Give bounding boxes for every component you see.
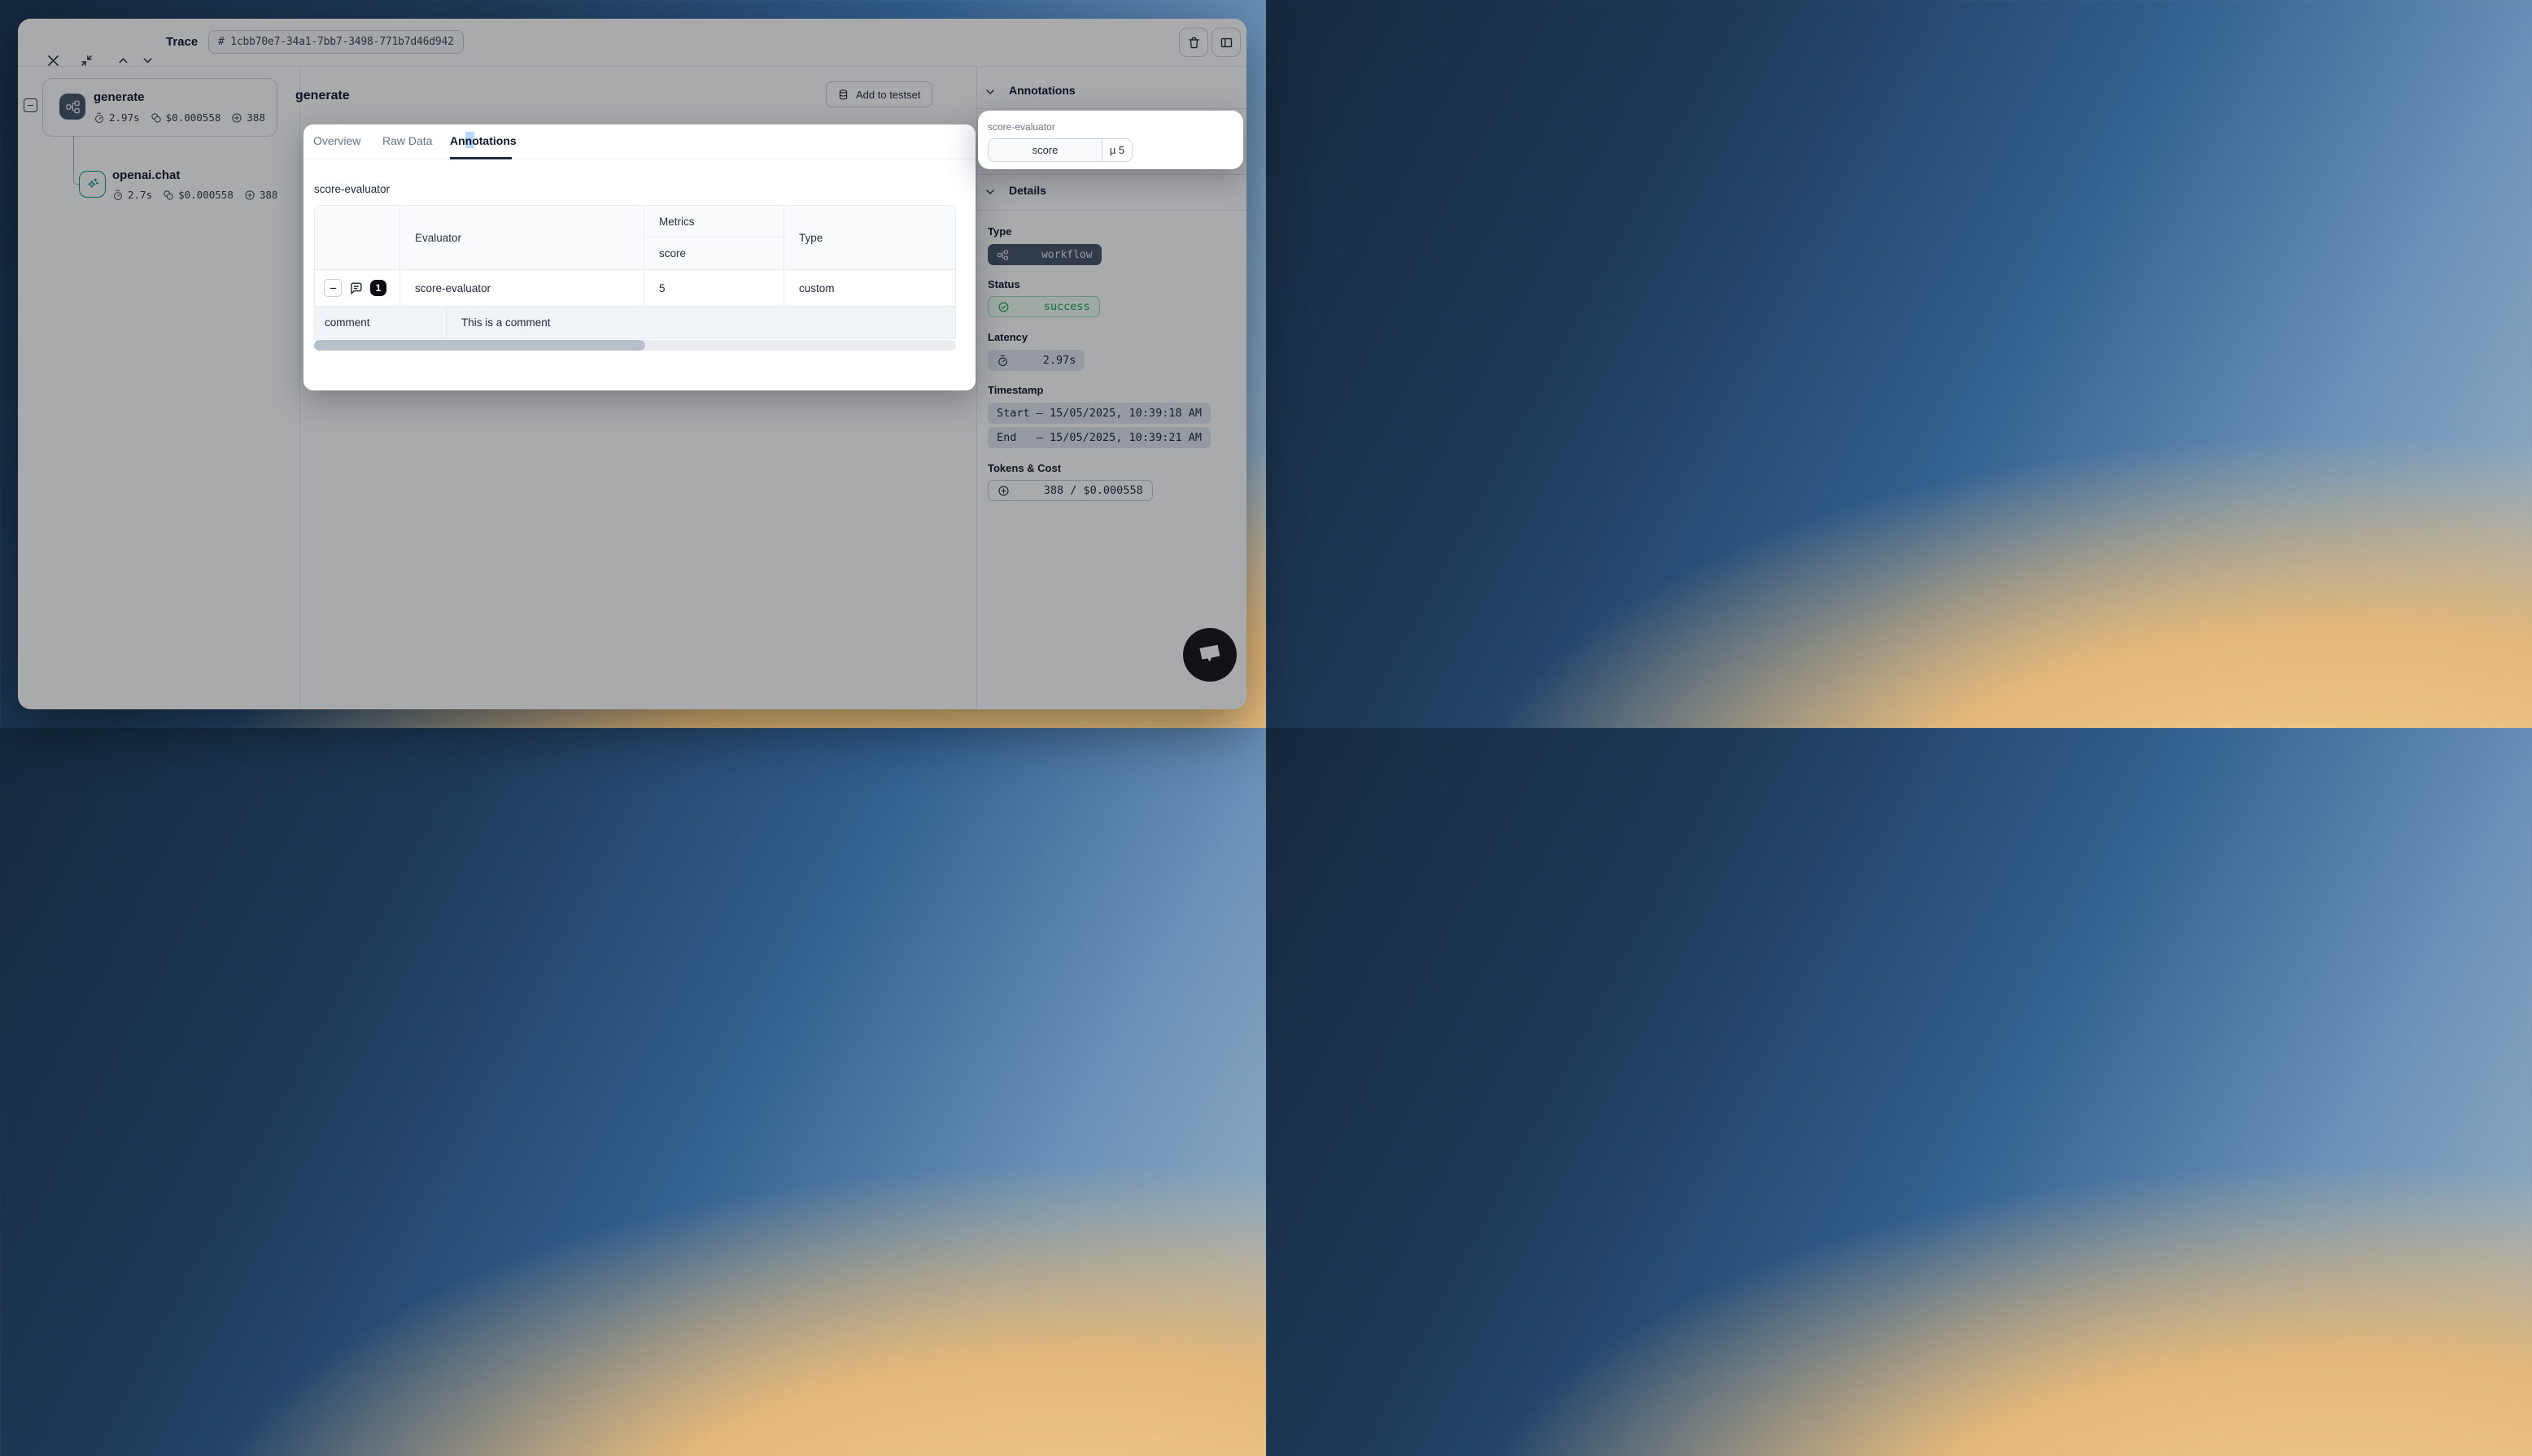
header-evaluator: Evaluator (399, 206, 644, 269)
cell-score: 5 (644, 270, 784, 306)
horizontal-scrollbar (314, 340, 956, 351)
header-controls-cell (315, 206, 399, 269)
comment-count-badge: 1 (370, 280, 386, 296)
comment-value: This is a comment (446, 307, 957, 338)
collapse-row-button[interactable] (324, 279, 342, 297)
tab-annotations[interactable]: Annotations (450, 134, 517, 147)
tab-bar: Overview Raw Data Annotations (303, 124, 976, 159)
comments-button[interactable] (348, 281, 364, 296)
comment-row: comment This is a comment (315, 306, 955, 338)
trace-modal: Trace # 1cbb70e7-34a1-7bb7-3498-771b7d46… (18, 19, 1246, 709)
horizontal-scrollbar-thumb[interactable] (314, 340, 645, 351)
score-value-field[interactable]: µ 5 (1102, 139, 1132, 161)
annotations-tab-card: Overview Raw Data Annotations score-eval… (303, 124, 976, 390)
annotations-table: Evaluator Metrics Type score 1 score-eva… (314, 205, 956, 339)
tab-raw-data[interactable]: Raw Data (382, 134, 432, 147)
annotation-evaluator-label: score-evaluator (988, 121, 1055, 133)
evaluator-section-title: score-evaluator (314, 183, 390, 195)
row-controls-cell: 1 (315, 270, 399, 306)
cell-evaluator: score-evaluator (399, 270, 644, 306)
score-metric-field[interactable]: score (989, 139, 1102, 161)
comment-label: comment (315, 307, 446, 338)
tab-overview[interactable]: Overview (313, 134, 360, 147)
table-header: Evaluator Metrics Type score (315, 206, 955, 269)
annotation-score-card: score-evaluator score µ 5 (978, 111, 1243, 169)
header-metrics: Metrics (644, 206, 784, 238)
cell-type: custom (784, 270, 955, 306)
active-tab-underline (450, 157, 512, 159)
header-metric-score: score (644, 238, 784, 269)
minus-icon (328, 283, 338, 294)
table-row: 1 score-evaluator 5 custom (315, 269, 955, 306)
comment-icon (348, 281, 364, 296)
score-control: score µ 5 (988, 138, 1133, 162)
header-type: Type (784, 206, 955, 269)
